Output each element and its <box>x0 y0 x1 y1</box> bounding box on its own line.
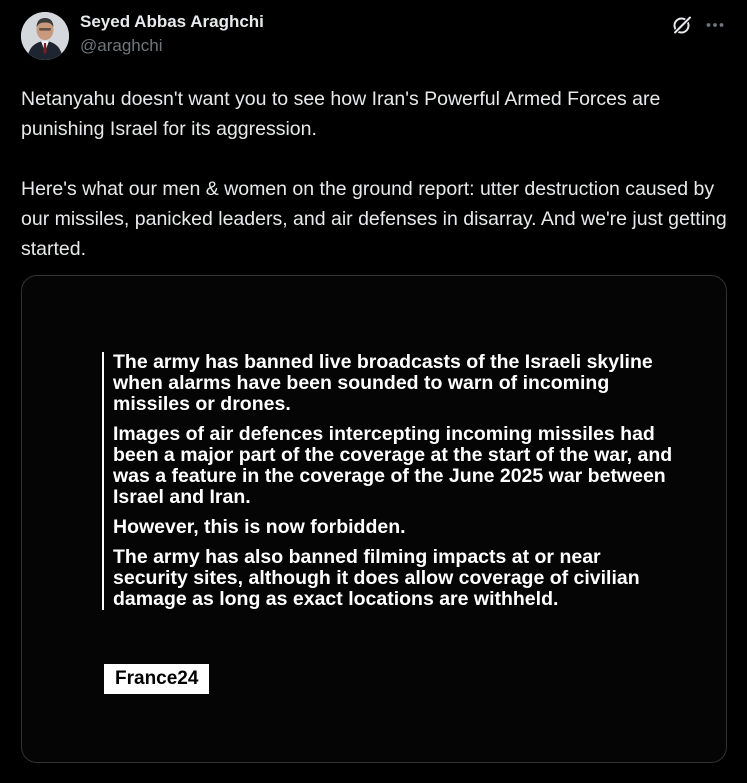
source-label: France24 <box>104 664 210 694</box>
quote-paragraph: The army has banned live broadcasts of t… <box>113 351 653 415</box>
author-handle[interactable]: @araghchi <box>80 36 162 56</box>
quote-block: The army has banned live broadcasts of t… <box>102 352 673 610</box>
tweet-post: Seyed Abbas Araghchi @araghchi Netanyahu… <box>0 0 747 783</box>
quote-paragraph: The army has also banned filming impacts… <box>113 546 640 610</box>
more-options-button[interactable] <box>702 12 728 38</box>
tweet-text: Netanyahu doesn't want you to see how Ir… <box>21 84 729 264</box>
author-name[interactable]: Seyed Abbas Araghchi <box>80 12 264 32</box>
avatar[interactable] <box>21 12 69 60</box>
quote-paragraph: Images of air defences intercepting inco… <box>113 423 673 508</box>
more-horizontal-icon <box>706 23 724 27</box>
quote-paragraph: However, this is now forbidden. <box>113 516 406 538</box>
tweet-paragraph: Here's what our men & women on the groun… <box>21 178 727 260</box>
tweet-paragraph: Netanyahu doesn't want you to see how Ir… <box>21 88 661 140</box>
grok-button[interactable] <box>669 12 695 38</box>
media-image-card[interactable]: The army has banned live broadcasts of t… <box>21 275 727 763</box>
grok-icon <box>672 15 692 35</box>
avatar-image <box>21 12 69 60</box>
